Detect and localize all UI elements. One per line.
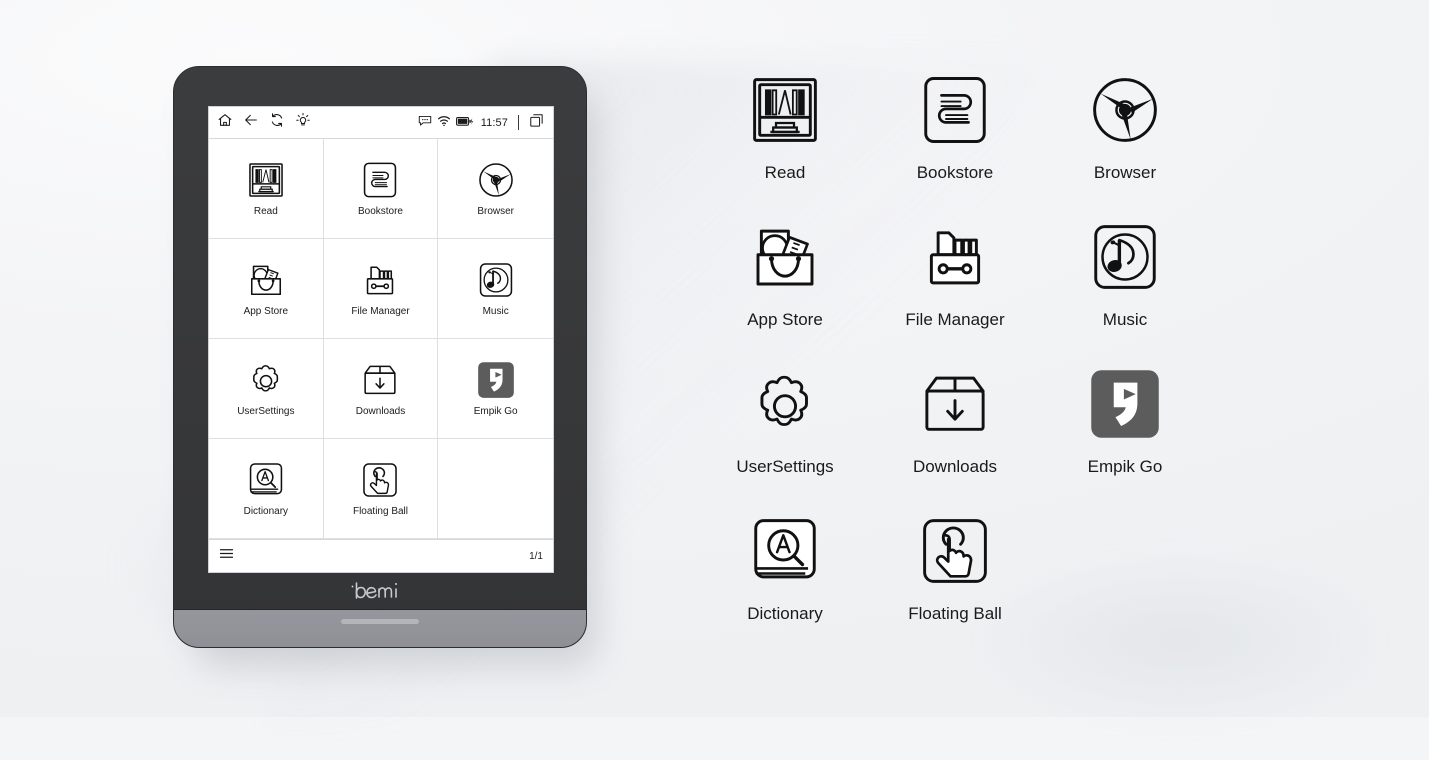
app-cell-empty <box>438 439 553 539</box>
gear-icon <box>246 360 286 400</box>
dictionary-icon <box>745 511 825 591</box>
gallery-label: Music <box>1102 310 1148 329</box>
file-manager-icon <box>360 260 400 300</box>
gallery-label: Empik Go <box>1087 457 1163 476</box>
gallery-label: UserSettings <box>736 457 834 476</box>
status-bar-left-icons <box>217 112 311 133</box>
floating-ball-hand-icon <box>915 511 995 591</box>
app-grid: Read Bookstore Browser App Store File Ma… <box>209 139 553 539</box>
gear-icon <box>745 364 825 444</box>
app-cell-file-manager[interactable]: File Manager <box>323 239 439 339</box>
dictionary-icon <box>246 460 286 500</box>
music-note-icon <box>1085 217 1165 297</box>
ereader-device: 11:57 Read Bookstore Browser App Store F… <box>173 66 587 648</box>
gallery-label: Downloads <box>912 457 998 476</box>
empik-go-icon <box>476 360 516 400</box>
gallery-label: Read <box>764 163 806 182</box>
app-label: Read <box>253 206 278 217</box>
refresh-icon[interactable] <box>269 112 285 133</box>
screen-bottom-bar: 1/1 <box>209 539 553 572</box>
gallery-item-app-store[interactable]: App Store <box>700 209 870 356</box>
app-store-bag-icon <box>745 217 825 297</box>
status-bar: 11:57 <box>209 107 553 139</box>
device-brand <box>174 573 586 609</box>
browser-icon <box>476 160 516 200</box>
app-cell-bookstore[interactable]: Bookstore <box>323 139 439 239</box>
gallery-item-floating-ball[interactable]: Floating Ball <box>870 503 1040 650</box>
app-cell-read[interactable]: Read <box>209 139 324 239</box>
page-indicator: 1/1 <box>529 550 543 562</box>
device-body: 11:57 Read Bookstore Browser App Store F… <box>173 66 587 648</box>
home-icon[interactable] <box>217 112 233 133</box>
device-screen: 11:57 Read Bookstore Browser App Store F… <box>208 106 554 573</box>
gallery-label: Dictionary <box>747 604 823 623</box>
status-bar-clock: 11:57 <box>480 116 508 129</box>
gallery-item-dictionary[interactable]: Dictionary <box>700 503 870 650</box>
bookshelf-icon <box>246 160 286 200</box>
battery-charging-icon <box>455 114 474 132</box>
hamburger-menu-icon[interactable] <box>219 547 234 565</box>
gallery-item-music[interactable]: Music <box>1040 209 1210 356</box>
page-root: 11:57 Read Bookstore Browser App Store F… <box>0 0 1429 760</box>
app-cell-floating-ball[interactable]: Floating Ball <box>323 439 439 539</box>
app-label: Downloads <box>355 406 406 417</box>
app-cell-downloads[interactable]: Downloads <box>323 339 439 439</box>
gallery-item-bookstore[interactable]: Bookstore <box>870 62 1040 209</box>
app-label: App Store <box>243 306 289 317</box>
app-cell-browser[interactable]: Browser <box>438 139 553 239</box>
icon-gallery: Read Bookstore Browser App Store File Ma… <box>700 62 1300 650</box>
app-cell-music[interactable]: Music <box>438 239 553 339</box>
app-label: Bookstore <box>357 206 403 217</box>
app-label: Music <box>482 306 509 317</box>
gallery-item-read[interactable]: Read <box>700 62 870 209</box>
gallery-label: File Manager <box>905 310 1005 329</box>
file-manager-icon <box>915 217 995 297</box>
bookstore-icon <box>360 160 400 200</box>
gallery-item-user-settings[interactable]: UserSettings <box>700 356 870 503</box>
app-label: File Manager <box>351 306 410 317</box>
floating-ball-hand-icon <box>360 460 400 500</box>
music-note-icon <box>476 260 516 300</box>
bookstore-icon <box>915 70 995 150</box>
download-box-icon <box>360 360 400 400</box>
bookshelf-icon <box>745 70 825 150</box>
app-cell-user-settings[interactable]: UserSettings <box>209 339 324 439</box>
gallery-label: Browser <box>1093 163 1157 182</box>
browser-icon <box>1085 70 1165 150</box>
app-label: Empik Go <box>473 406 518 417</box>
gallery-label: Bookstore <box>916 163 994 182</box>
message-icon <box>418 114 432 132</box>
gallery-label: Floating Ball <box>908 604 1002 623</box>
app-cell-dictionary[interactable]: Dictionary <box>209 439 324 539</box>
device-bottom-bezel <box>174 609 586 647</box>
app-label: Floating Ball <box>352 506 408 517</box>
gallery-label: App Store <box>747 310 823 329</box>
app-label: Dictionary <box>243 506 289 517</box>
app-label: UserSettings <box>237 406 295 417</box>
wifi-icon <box>437 114 451 132</box>
gallery-item-empik-go[interactable]: Empik Go <box>1040 356 1210 503</box>
download-box-icon <box>915 364 995 444</box>
tabs-icon[interactable] <box>529 113 544 133</box>
gallery-item-file-manager[interactable]: File Manager <box>870 209 1040 356</box>
app-label: Browser <box>477 206 514 217</box>
status-bar-right-icons: 11:57 <box>418 113 544 133</box>
app-store-bag-icon <box>246 260 286 300</box>
app-cell-app-store[interactable]: App Store <box>209 239 324 339</box>
gallery-item-browser[interactable]: Browser <box>1040 62 1210 209</box>
gallery-item-downloads[interactable]: Downloads <box>870 356 1040 503</box>
device-bottom-indicator-bar <box>341 619 419 624</box>
app-cell-empik-go[interactable]: Empik Go <box>438 339 553 439</box>
empik-go-icon <box>1085 364 1165 444</box>
brightness-icon[interactable] <box>295 112 311 133</box>
back-arrow-icon[interactable] <box>243 112 259 133</box>
status-bar-divider <box>518 115 519 130</box>
